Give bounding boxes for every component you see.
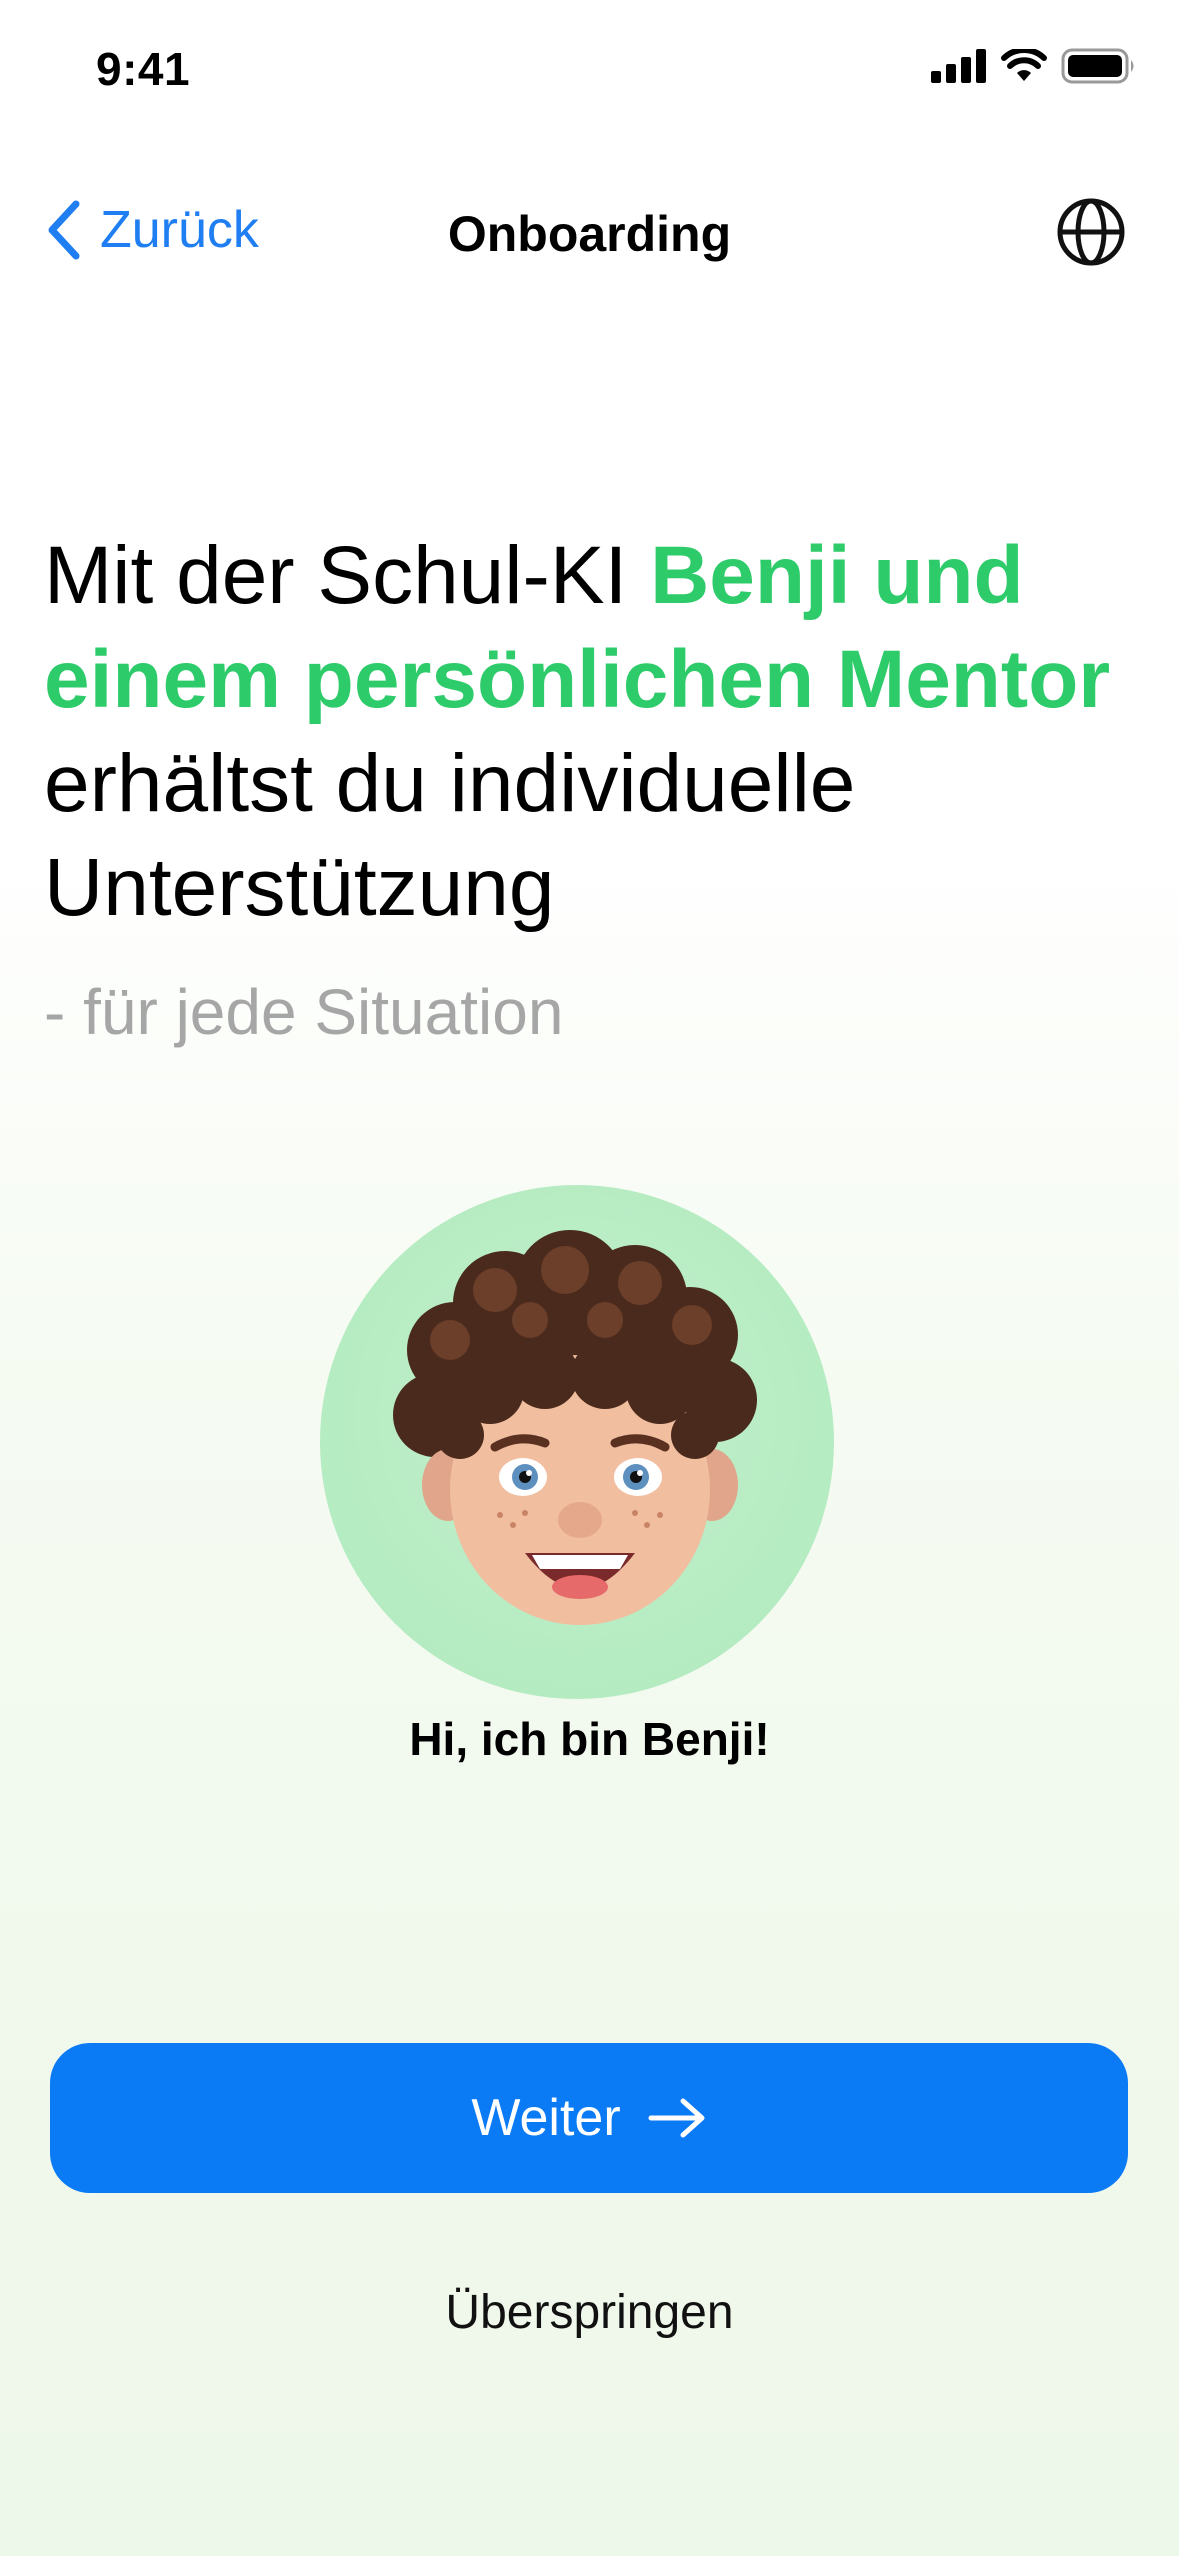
- page-title: Onboarding: [447, 206, 732, 262]
- headline-text-2: erhältst du individuelle Unterstützung: [44, 738, 856, 933]
- headline-text-1: Mit der Schul-KI: [44, 530, 651, 621]
- battery-icon: [1061, 48, 1134, 84]
- onboarding-screen: 9:41 Zurück Onboarding Mit der Schul-KI …: [0, 0, 1179, 2556]
- wifi-icon: [1001, 49, 1047, 81]
- headline-subline: - für jede Situation: [44, 976, 564, 1048]
- memoji-avatar-image: [393, 1230, 757, 1625]
- status-icons: [931, 48, 1137, 84]
- status-time: 9:41: [96, 43, 191, 95]
- avatar-caption: Hi, ich bin Benji!: [409, 1713, 770, 1765]
- continue-button[interactable]: Weiter: [50, 2043, 1128, 2193]
- avatar: [320, 1185, 834, 1699]
- continue-button-label: Weiter: [471, 2089, 621, 2147]
- cellular-signal-icon: [931, 49, 986, 83]
- arrow-right-icon: [648, 2098, 705, 2138]
- skip-link[interactable]: Überspringen: [0, 2285, 1179, 2340]
- headline: Mit der Schul-KI Benji und einem persönl…: [44, 524, 1144, 940]
- globe-icon[interactable]: [1055, 196, 1127, 268]
